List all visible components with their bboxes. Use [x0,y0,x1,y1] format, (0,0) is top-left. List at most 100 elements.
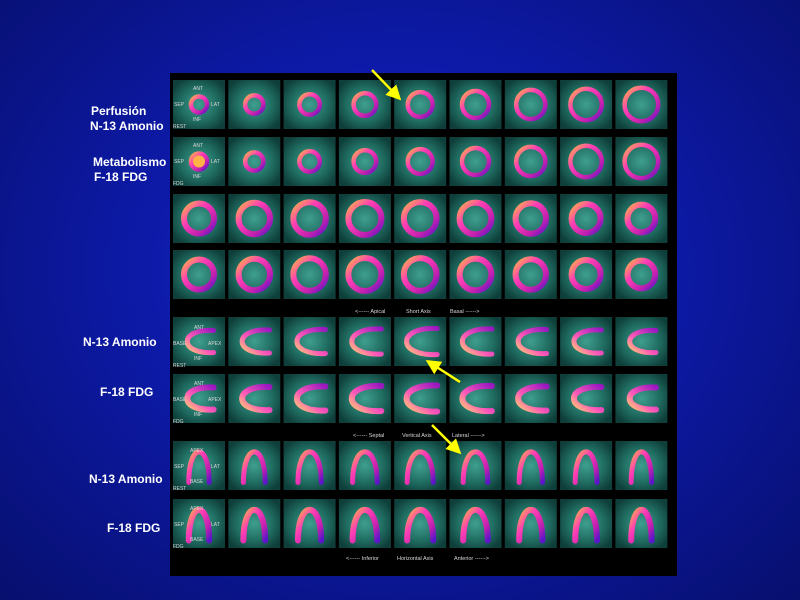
sa-fdg-sep-label: SEP [174,159,185,165]
sa-rest-inf-label: INF [193,117,202,123]
scan-slice-horizontal-long-axis-8-4 [338,499,391,548]
scan-slice-short-axis-4-7 [504,250,557,299]
vla-rest-ant-label: ANT [194,325,204,331]
hla-rest-base-label: BASE [190,479,204,485]
scan-slice-short-axis-3-2 [228,194,281,243]
scan-slice-horizontal-long-axis-7-4 [338,441,391,490]
vla-rest-label: REST [173,363,187,369]
sa-fdg-ant-label: ANT [193,143,203,149]
scan-slice-horizontal-long-axis-8-9 [615,499,668,548]
scan-slice-short-axis-1-3 [283,80,336,129]
scan-slice-short-axis-4-4 [338,250,391,299]
vla-fdg-base-label: BASE [173,397,187,403]
scan-slice-vertical-long-axis-6-8 [560,374,613,423]
scan-slice-horizontal-long-axis-7-7 [504,441,557,490]
scan-slice-horizontal-long-axis-8-6 [449,499,502,548]
scan-slice-short-axis-4-3 [283,250,336,299]
hla-fdg-sep-label: SEP [174,522,185,528]
scan-slice-vertical-long-axis-5-7 [504,317,557,366]
scan-slice-short-axis-4-5 [394,250,447,299]
scan-slice-horizontal-long-axis-7-3 [283,441,336,490]
scan-slice-vertical-long-axis-5-3 [283,317,336,366]
scan-slice-vertical-long-axis-5-9 [615,317,668,366]
scan-slice-short-axis-3-9 [615,194,668,243]
hla-rest-apex-label: APEX [190,448,204,454]
vla-fdg-apex-label: APEX [208,397,222,403]
scan-slice-short-axis-3-7 [504,194,557,243]
scan-slice-vertical-long-axis-6-5 [394,374,447,423]
scan-slice-vertical-long-axis-6-7 [504,374,557,423]
scan-slice-short-axis-2-5 [394,137,447,186]
hla-fdg-lat-label: LAT [211,522,220,528]
scan-slice-vertical-long-axis-5-4 [338,317,391,366]
scan-slice-short-axis-2-6 [449,137,502,186]
scan-slice-horizontal-long-axis-7-5 [394,441,447,490]
scan-slice-horizontal-long-axis-7-9 [615,441,668,490]
sa-rest-lat-label: LAT [211,102,220,108]
vla-perfusion-label: N-13 Amonio [83,335,157,349]
scan-slice-vertical-long-axis-6-6 [449,374,502,423]
sa-rest-label: REST [173,124,187,130]
vertical-axis-lateral-caption: Lateral ------> [452,433,485,439]
scan-slice-short-axis-1-9 [615,80,668,129]
scan-slice-short-axis-1-5 [394,80,447,129]
scan-slice-short-axis-3-3 [283,194,336,243]
scan-slice-short-axis-2-8 [560,137,613,186]
horizontal-axis-inferior-caption: <------ Inferior [346,556,379,562]
metabolism-tracer-label: F-18 FDG [94,170,148,184]
scan-slice-short-axis-1-6 [449,80,502,129]
vla-metabolism-label: F-18 FDG [100,385,154,399]
scan-slice-short-axis-2-9 [615,137,668,186]
hla-rest-label: REST [173,486,187,492]
sa-fdg-label: FDG [173,181,184,187]
scan-slice-horizontal-long-axis-7-6 [449,441,502,490]
short-axis-apical-caption: <------ Apical [355,309,386,315]
scan-slice-short-axis-4-8 [560,250,613,299]
scan-slice-vertical-long-axis-5-5 [394,317,447,366]
hla-metabolism-label: F-18 FDG [107,521,161,535]
hla-fdg-apex-label: APEX [190,506,204,512]
scan-slice-short-axis-2-2 [228,137,281,186]
perfusion-title: Perfusión [91,104,147,118]
scan-slice-vertical-long-axis-6-2 [228,374,281,423]
scan-slice-short-axis-1-8 [560,80,613,129]
perfusion-tracer-label: N-13 Amonio [90,119,164,133]
horizontal-axis-name-caption: Horizontal Axis [397,556,434,562]
hla-rest-sep-label: SEP [174,464,185,470]
scan-slice-horizontal-long-axis-8-8 [560,499,613,548]
sa-rest-sep-label: SEP [174,102,185,108]
pet-scan-grid [173,80,668,548]
scan-slice-horizontal-long-axis-8-3 [283,499,336,548]
scan-slice-short-axis-3-6 [449,194,502,243]
scan-slice-vertical-long-axis-5-8 [560,317,613,366]
scan-slice-short-axis-2-3 [283,137,336,186]
scan-slice-short-axis-1-4 [338,80,391,129]
sa-fdg-lat-label: LAT [211,159,220,165]
scan-slice-vertical-long-axis-6-9 [615,374,668,423]
vla-rest-base-label: BASE [173,341,187,347]
hla-fdg-label: FDG [173,544,184,550]
short-axis-basal-caption: Basal ------> [450,309,480,315]
pet-scan-panel: ANT SEP LAT INF REST ANT SEP LAT INF FDG… [170,73,677,576]
vla-rest-inf-label: INF [194,356,203,362]
scan-slice-horizontal-long-axis-8-7 [504,499,557,548]
vertical-axis-septal-caption: <------ Septal [353,433,385,439]
vla-fdg-label: FDG [173,419,184,425]
scan-slice-vertical-long-axis-6-4 [338,374,391,423]
metabolism-title: Metabolismo [93,155,167,169]
scan-slice-horizontal-long-axis-8-5 [394,499,447,548]
scan-slice-short-axis-3-5 [394,194,447,243]
scan-slice-short-axis-4-2 [228,250,281,299]
scan-slice-short-axis-4-9 [615,250,668,299]
hla-rest-lat-label: LAT [211,464,220,470]
scan-slice-horizontal-long-axis-7-8 [560,441,613,490]
vla-fdg-ant-label: ANT [194,381,204,387]
sa-fdg-inf-label: INF [193,174,202,180]
scan-slice-horizontal-long-axis-7-2 [228,441,281,490]
scan-slice-short-axis-2-7 [504,137,557,186]
horizontal-axis-anterior-caption: Anterior ------> [454,556,489,562]
scan-slice-vertical-long-axis-5-6 [449,317,502,366]
scan-slice-horizontal-long-axis-8-2 [228,499,281,548]
scan-slice-short-axis-4-6 [449,250,502,299]
scan-slice-short-axis-1-2 [228,80,281,129]
